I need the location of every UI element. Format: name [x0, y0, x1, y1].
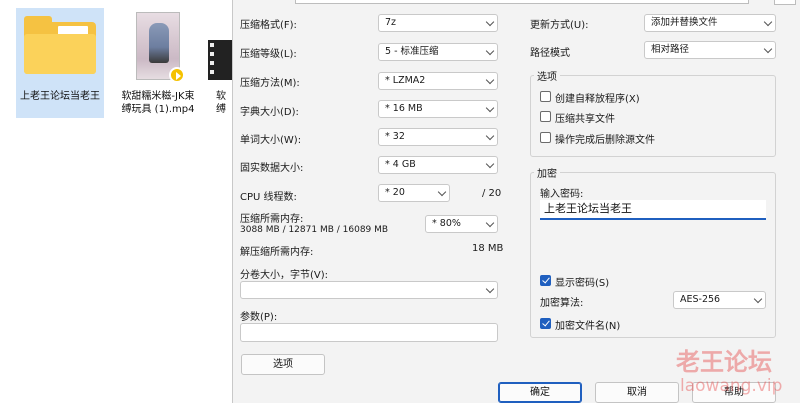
desktop-file-folder[interactable]: 上老王论坛当老王	[16, 8, 104, 118]
show-password-label[interactable]: 显示密码(S)	[555, 274, 609, 289]
word-size-select[interactable]: * 32	[378, 128, 498, 146]
video-thumbnail-icon	[136, 12, 185, 83]
options-group-title: 选项	[534, 68, 560, 83]
chevron-down-icon	[485, 284, 495, 294]
chevron-down-icon	[763, 17, 773, 27]
show-password-checkbox[interactable]	[540, 275, 551, 286]
encryption-method-label: 加密算法:	[540, 298, 584, 309]
options-button[interactable]: 选项	[241, 354, 325, 375]
path-mode-select[interactable]: 相对路径	[644, 41, 776, 59]
archive-path-input[interactable]	[295, 0, 749, 4]
parameters-label: 参数(P):	[240, 312, 278, 323]
chevron-down-icon	[485, 159, 495, 169]
compression-level-select[interactable]: 5 - 标准压缩	[378, 43, 498, 61]
memory-decompress-value: 18 MB	[472, 243, 504, 254]
encrypt-filenames-label[interactable]: 加密文件名(N)	[555, 317, 620, 332]
compress-shared-checkbox[interactable]	[540, 111, 551, 122]
compression-method-label: 压缩方法(M):	[240, 78, 300, 89]
solid-block-size-select[interactable]: * 4 GB	[378, 156, 498, 174]
memory-decompress-label: 解压缩所需内存:	[240, 247, 314, 258]
file-label-line2: 缚	[216, 104, 226, 115]
file-label: 上老王论坛当老王	[20, 91, 100, 102]
ok-button[interactable]: 确定	[498, 382, 582, 403]
create-sfx-checkbox[interactable]	[540, 91, 551, 102]
chevron-down-icon	[485, 46, 495, 56]
memory-compress-detail: 3088 MB / 12871 MB / 16089 MB	[240, 225, 389, 235]
chevron-down-icon	[485, 131, 495, 141]
chevron-down-icon	[485, 17, 495, 27]
compress-shared-label[interactable]: 压缩共享文件	[555, 110, 615, 125]
dictionary-size-select[interactable]: * 16 MB	[378, 100, 498, 118]
delete-after-label[interactable]: 操作完成后删除源文件	[555, 131, 655, 146]
create-sfx-label[interactable]: 创建自释放程序(X)	[555, 90, 640, 105]
cpu-threads-max: / 20	[482, 188, 502, 199]
archive-format-select[interactable]: 7z	[378, 14, 498, 32]
chevron-down-icon	[485, 75, 495, 85]
encryption-group-title: 加密	[534, 165, 560, 180]
chevron-down-icon	[437, 187, 447, 197]
archive-format-label: 压缩格式(F):	[240, 20, 297, 31]
split-volumes-label: 分卷大小，字节(V):	[240, 270, 329, 281]
memory-usage-select[interactable]: * 80%	[425, 215, 498, 233]
chevron-down-icon	[485, 103, 495, 113]
solid-block-size-label: 固实数据大小:	[240, 163, 304, 174]
delete-after-checkbox[interactable]	[540, 132, 551, 143]
cpu-threads-select[interactable]: * 20	[378, 184, 450, 202]
word-size-label: 单词大小(W):	[240, 135, 302, 146]
compression-level-label: 压缩等级(L):	[240, 49, 297, 60]
watermark-text: 老王论坛	[676, 348, 772, 376]
browse-button[interactable]	[774, 0, 796, 5]
cancel-button[interactable]: 取消	[595, 382, 679, 403]
chevron-down-icon	[753, 294, 763, 304]
desktop-file-video[interactable]: 软甜糯米糍-JK束 缚玩具 (1).mp4	[110, 8, 206, 118]
update-mode-label: 更新方式(U):	[530, 20, 589, 31]
parameters-input[interactable]	[240, 323, 498, 342]
split-volumes-select[interactable]	[240, 281, 498, 299]
play-badge-icon	[169, 67, 185, 83]
compression-method-select[interactable]: * LZMA2	[378, 72, 498, 90]
dictionary-size-label: 字典大小(D):	[240, 107, 299, 118]
film-icon[interactable]	[208, 40, 232, 80]
file-label-line2: 缚玩具 (1).mp4	[121, 104, 195, 115]
memory-compress-label: 压缩所需内存:	[240, 214, 304, 225]
file-label-line1: 软甜糯米糍-JK束	[121, 91, 195, 102]
cpu-threads-label: CPU 线程数:	[240, 192, 297, 203]
folder-icon	[24, 16, 96, 74]
watermark-url: laowang.vip	[680, 376, 783, 396]
update-mode-select[interactable]: 添加并替换文件	[644, 14, 776, 32]
encrypt-filenames-checkbox[interactable]	[540, 318, 551, 329]
desktop-file-video-2[interactable]: 软 缚	[216, 90, 232, 120]
password-label: 输入密码:	[540, 189, 584, 200]
encryption-method-select[interactable]: AES-256	[673, 291, 766, 309]
chevron-down-icon	[485, 218, 495, 228]
file-label-line1: 软	[216, 91, 226, 102]
password-input[interactable]: 上老王论坛当老王	[540, 200, 766, 220]
desktop-area: 上老王论坛当老王 软甜糯米糍-JK束 缚玩具 (1).mp4 软 缚	[0, 0, 232, 403]
path-mode-label: 路径模式	[530, 48, 570, 59]
chevron-down-icon	[763, 44, 773, 54]
